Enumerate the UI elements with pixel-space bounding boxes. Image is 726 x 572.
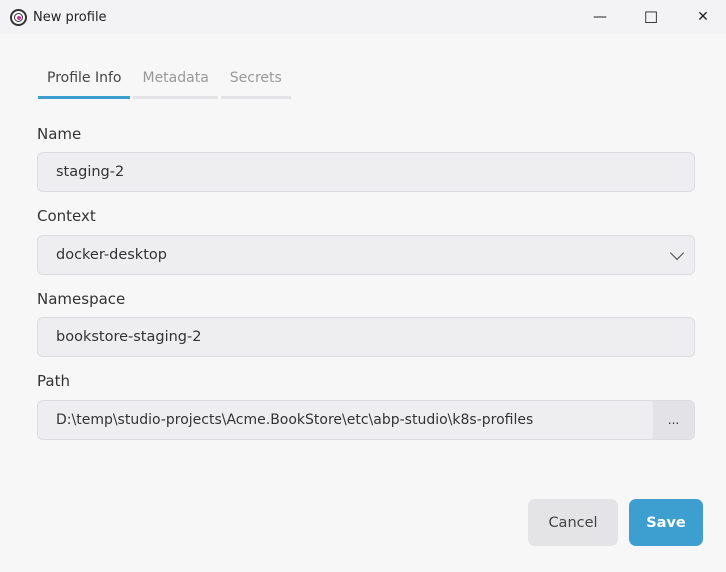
window-title: New profile <box>33 9 107 25</box>
path-label: Path <box>37 372 70 390</box>
path-value: D:\temp\studio-projects\Acme.BookStore\e… <box>56 412 534 428</box>
maximize-button[interactable]: ☐ <box>628 0 674 34</box>
tab-metadata[interactable]: Metadata <box>133 70 218 99</box>
close-button[interactable]: ✕ <box>680 0 726 34</box>
namespace-label: Namespace <box>37 290 126 308</box>
title-bar: New profile — ☐ ✕ <box>0 0 726 34</box>
path-input[interactable]: D:\temp\studio-projects\Acme.BookStore\e… <box>37 400 695 440</box>
namespace-input[interactable]: bookstore-staging-2 <box>37 317 695 357</box>
app-logo-icon <box>10 8 27 26</box>
tab-bar: Profile Info Metadata Secrets <box>38 70 291 99</box>
context-select[interactable]: docker-desktop <box>37 235 695 275</box>
tab-secrets[interactable]: Secrets <box>220 70 291 99</box>
context-label: Context <box>37 207 96 225</box>
minimize-button[interactable]: — <box>577 0 623 34</box>
browse-button[interactable]: ... <box>653 401 694 439</box>
name-input[interactable]: staging-2 <box>37 152 695 192</box>
save-button[interactable]: Save <box>629 499 703 546</box>
name-value: staging-2 <box>56 164 125 180</box>
namespace-value: bookstore-staging-2 <box>56 329 202 345</box>
context-value: docker-desktop <box>56 247 167 263</box>
name-label: Name <box>37 125 82 143</box>
cancel-button[interactable]: Cancel <box>528 499 618 546</box>
chevron-down-icon <box>669 245 685 261</box>
tab-profile-info[interactable]: Profile Info <box>38 70 131 99</box>
